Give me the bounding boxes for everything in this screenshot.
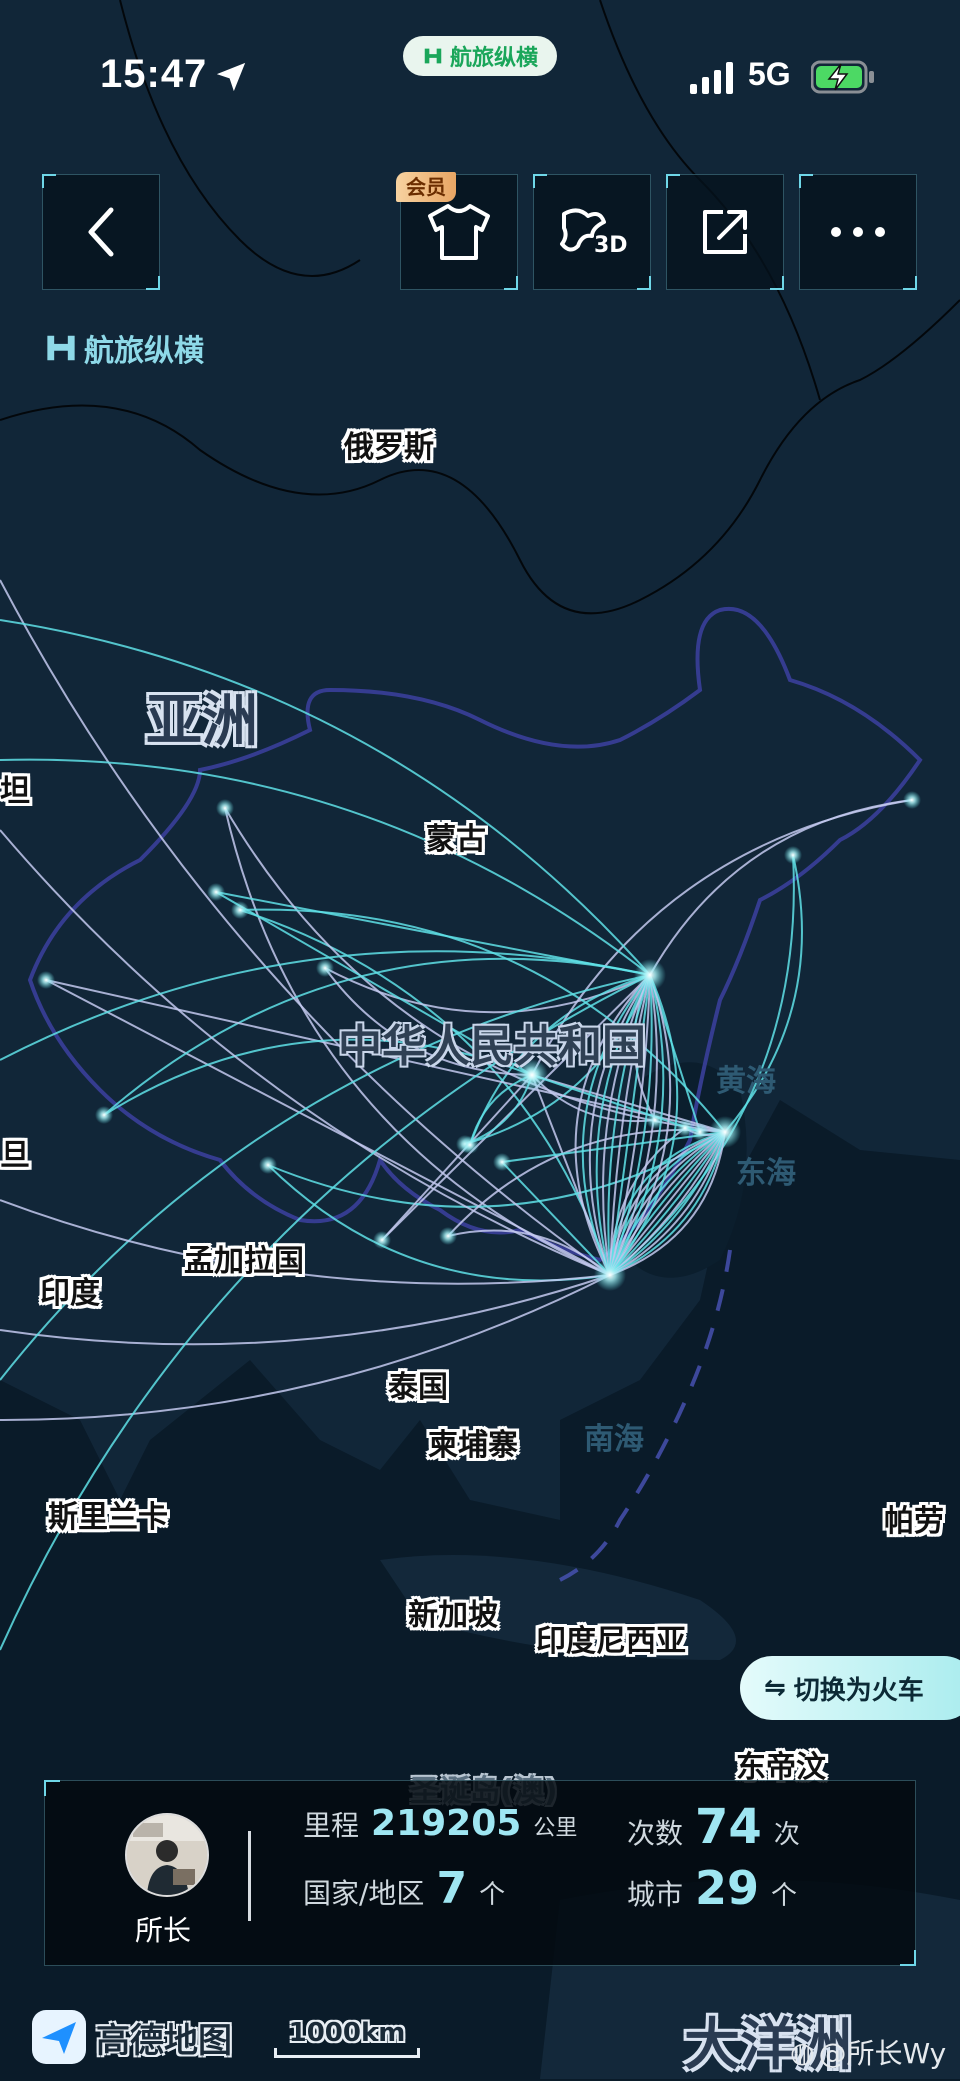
city-point[interactable]	[207, 883, 225, 901]
status-time: 15:47	[100, 52, 208, 96]
city-point[interactable]	[784, 846, 802, 864]
brand-label: 航旅纵横	[84, 334, 204, 369]
label-bangladesh: 孟加拉国	[184, 1244, 304, 1279]
tshirt-icon	[428, 204, 490, 260]
stat-trips: 次数 74 次	[627, 1799, 800, 1855]
label-china: 中华人民共和国	[338, 1021, 646, 1072]
app-pill-label: 航旅纵横	[449, 46, 538, 71]
trips-value: 74	[695, 1799, 762, 1855]
label-left-edge: 旦	[0, 1138, 30, 1173]
label-sri-lanka: 斯里兰卡	[48, 1500, 168, 1535]
countries-label: 国家/地区	[303, 1877, 425, 1910]
switch-label: 切换为火车	[793, 1675, 924, 1706]
city-point[interactable]	[903, 791, 921, 809]
app-logo-icon	[424, 48, 442, 64]
swap-icon: ⇋	[764, 1673, 786, 1703]
back-button[interactable]	[42, 174, 160, 290]
mileage-label: 里程	[303, 1809, 360, 1842]
network-label: 5G	[748, 56, 791, 92]
label-yellow-sea: 黄海	[716, 1064, 776, 1099]
label-palau: 帕劳	[884, 1504, 944, 1539]
mileage-unit: 公里	[533, 1816, 578, 1841]
location-arrow-icon	[216, 62, 246, 92]
cities-unit: 个	[771, 1881, 798, 1911]
stat-mileage: 里程 219205 公里	[303, 1803, 577, 1844]
city-point[interactable]	[439, 1227, 457, 1245]
avatar[interactable]	[125, 1813, 209, 1897]
city-point[interactable]	[634, 959, 666, 991]
label-south-sea: 南海	[584, 1422, 644, 1457]
map-scale: 1000km	[272, 2018, 422, 2058]
label-russia: 俄罗斯	[344, 430, 434, 465]
watermark: ◍ @所长Wy	[790, 2032, 946, 2072]
avatar-image	[127, 1815, 207, 1895]
label-east-sea: 东海	[736, 1156, 796, 1191]
trips-unit: 次	[773, 1820, 800, 1850]
city-point[interactable]	[259, 1156, 277, 1174]
chevron-left-icon	[88, 207, 114, 257]
stats-panel: 所长 里程 219205 公里 国家/地区 7 个 次数 74 次 城市 29 …	[44, 1780, 916, 1966]
more-icon	[831, 227, 885, 237]
city-point[interactable]	[594, 1259, 626, 1291]
label-india: 印度	[40, 1276, 100, 1311]
battery-charging-icon	[811, 60, 874, 94]
switch-to-train-button[interactable]: ⇋ 切换为火车	[740, 1656, 960, 1720]
city-point[interactable]	[216, 799, 234, 817]
trips-label: 次数	[627, 1817, 684, 1850]
amap-logo-icon	[32, 2010, 86, 2064]
view-3d-button[interactable]: 3D	[533, 174, 651, 290]
label-singapore: 新加坡	[408, 1598, 498, 1633]
cities-value: 29	[695, 1861, 760, 1915]
city-point[interactable]	[95, 1106, 113, 1124]
city-point[interactable]	[691, 1123, 709, 1141]
brand-logo: 航旅纵横	[44, 326, 204, 370]
stat-cities: 城市 29 个	[627, 1861, 797, 1915]
label-stan: 坦	[0, 774, 30, 809]
member-badge: 会员	[396, 172, 456, 202]
label-indonesia: 印度尼西亚	[536, 1624, 686, 1659]
label-cambodia: 柬埔寨	[428, 1428, 518, 1463]
city-point[interactable]	[231, 901, 249, 919]
city-point[interactable]	[37, 971, 55, 989]
user-name: 所长	[135, 1914, 192, 1947]
city-point[interactable]	[709, 1116, 741, 1148]
share-icon	[703, 210, 747, 254]
amap-logo: 高德地图	[30, 2008, 232, 2066]
watermark-label: @所长Wy	[818, 2037, 947, 2070]
mileage-value: 219205	[371, 1803, 522, 1844]
city-point[interactable]	[646, 1111, 664, 1129]
divider	[248, 1831, 251, 1921]
scale-label: 1000km	[288, 2018, 406, 2048]
brand-logo-icon	[47, 335, 75, 361]
cities-label: 城市	[627, 1878, 684, 1911]
signal-icon	[690, 62, 733, 94]
countries-unit: 个	[479, 1880, 506, 1910]
label-mongolia: 蒙古	[426, 822, 486, 857]
label-thailand: 泰国	[388, 1370, 448, 1405]
city-point[interactable]	[493, 1153, 511, 1171]
view-3d-label: 3D	[594, 233, 628, 258]
weibo-icon: ◍	[790, 2035, 815, 2069]
stat-countries: 国家/地区 7 个	[303, 1863, 505, 1914]
more-button[interactable]	[799, 174, 917, 290]
share-button[interactable]	[666, 174, 784, 290]
label-asia: 亚洲	[146, 689, 258, 754]
map-provider-label: 高德地图	[96, 2020, 232, 2061]
countries-value: 7	[436, 1863, 468, 1914]
scale-bar	[274, 2048, 420, 2058]
city-point[interactable]	[373, 1231, 391, 1249]
city-point[interactable]	[461, 1136, 479, 1154]
city-point[interactable]	[316, 959, 334, 977]
app-pill[interactable]: 航旅纵横	[403, 36, 557, 76]
